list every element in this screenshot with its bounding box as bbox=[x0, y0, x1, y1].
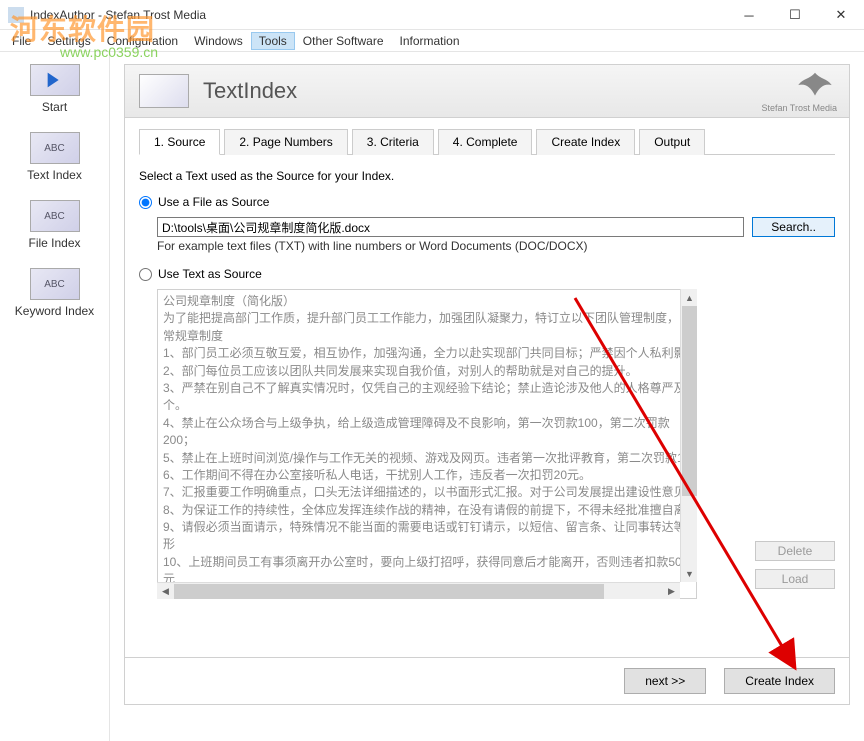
source-text-area[interactable]: 公司规章制度（简化版） 为了能把提高部门工作质，提升部门员工工作能力，加强团队凝… bbox=[157, 289, 697, 599]
sidebar-item-text-index[interactable]: ABC Text Index bbox=[10, 132, 100, 182]
sidebar-label: Text Index bbox=[10, 168, 100, 182]
header-panel: TextIndex Stefan Trost Media bbox=[124, 64, 850, 118]
tab-row: 1. Source 2. Page Numbers 3. Criteria 4.… bbox=[139, 128, 835, 155]
tab-source[interactable]: 1. Source bbox=[139, 129, 220, 155]
sidebar: Start ABC Text Index ABC File Index ABC … bbox=[0, 52, 110, 741]
load-button[interactable]: Load bbox=[755, 569, 835, 589]
horizontal-scrollbar[interactable]: ◀ ▶ bbox=[157, 582, 680, 599]
scroll-thumb-h[interactable] bbox=[174, 584, 604, 599]
menu-windows[interactable]: Windows bbox=[186, 32, 251, 50]
minimize-button[interactable]: ─ bbox=[726, 0, 772, 30]
file-hint: For example text files (TXT) with line n… bbox=[157, 239, 835, 253]
tabs-panel: 1. Source 2. Page Numbers 3. Criteria 4.… bbox=[124, 118, 850, 658]
brand-text: Stefan Trost Media bbox=[761, 103, 837, 113]
tab-page-numbers[interactable]: 2. Page Numbers bbox=[224, 129, 347, 155]
content-area: TextIndex Stefan Trost Media 1. Source 2… bbox=[110, 52, 864, 741]
delete-button[interactable]: Delete bbox=[755, 541, 835, 561]
text-index-icon: ABC bbox=[30, 132, 80, 164]
menubar: File Settings Configuration Windows Tool… bbox=[0, 30, 864, 52]
sidebar-item-keyword-index[interactable]: ABC Keyword Index bbox=[10, 268, 100, 318]
file-path-input[interactable] bbox=[157, 217, 744, 237]
instruction-text: Select a Text used as the Source for you… bbox=[139, 169, 835, 183]
sidebar-label: Keyword Index bbox=[10, 304, 100, 318]
menu-file[interactable]: File bbox=[4, 32, 39, 50]
scroll-down-icon[interactable]: ▼ bbox=[681, 565, 698, 582]
start-icon bbox=[30, 64, 80, 96]
close-button[interactable]: ✕ bbox=[818, 0, 864, 30]
file-input-row: Search.. bbox=[157, 217, 835, 237]
menu-tools[interactable]: Tools bbox=[251, 32, 295, 50]
tab-criteria[interactable]: 3. Criteria bbox=[352, 129, 434, 155]
next-button[interactable]: next >> bbox=[624, 668, 706, 694]
keyword-index-icon: ABC bbox=[30, 268, 80, 300]
titlebar: IndexAuthor - Stefan Trost Media ─ ☐ ✕ bbox=[0, 0, 864, 30]
brand-logo: Stefan Trost Media bbox=[761, 71, 837, 113]
radio-text-row: Use Text as Source bbox=[139, 267, 835, 281]
text-side-buttons: Delete Load bbox=[755, 541, 835, 589]
window-title: IndexAuthor - Stefan Trost Media bbox=[30, 8, 206, 22]
menu-other-software[interactable]: Other Software bbox=[295, 32, 392, 50]
radio-use-file[interactable] bbox=[139, 196, 152, 209]
footer-panel: next >> Create Index bbox=[124, 658, 850, 705]
menu-information[interactable]: Information bbox=[392, 32, 468, 50]
menu-settings[interactable]: Settings bbox=[39, 32, 98, 50]
vertical-scrollbar[interactable]: ▲ ▼ bbox=[680, 289, 697, 582]
app-icon bbox=[8, 7, 24, 23]
menu-configuration[interactable]: Configuration bbox=[99, 32, 186, 50]
tab-create-index[interactable]: Create Index bbox=[536, 129, 635, 155]
tab-complete[interactable]: 4. Complete bbox=[438, 129, 533, 155]
sidebar-item-file-index[interactable]: ABC File Index bbox=[10, 200, 100, 250]
radio-text-label: Use Text as Source bbox=[158, 267, 262, 281]
header-icon bbox=[139, 74, 189, 108]
scroll-up-icon[interactable]: ▲ bbox=[681, 289, 698, 306]
search-button[interactable]: Search.. bbox=[752, 217, 835, 237]
window-controls: ─ ☐ ✕ bbox=[726, 0, 864, 30]
page-title: TextIndex bbox=[203, 78, 297, 104]
file-index-icon: ABC bbox=[30, 200, 80, 232]
scroll-left-icon[interactable]: ◀ bbox=[157, 583, 174, 600]
radio-use-text[interactable] bbox=[139, 268, 152, 281]
tab-output[interactable]: Output bbox=[639, 129, 705, 155]
sidebar-item-start[interactable]: Start bbox=[10, 64, 100, 114]
scroll-right-icon[interactable]: ▶ bbox=[663, 583, 680, 600]
create-index-button[interactable]: Create Index bbox=[724, 668, 835, 694]
radio-file-row: Use a File as Source bbox=[139, 195, 835, 209]
radio-file-label: Use a File as Source bbox=[158, 195, 269, 209]
scroll-thumb-v[interactable] bbox=[682, 306, 697, 496]
sidebar-label: Start bbox=[10, 100, 100, 114]
sidebar-label: File Index bbox=[10, 236, 100, 250]
maximize-button[interactable]: ☐ bbox=[772, 0, 818, 30]
